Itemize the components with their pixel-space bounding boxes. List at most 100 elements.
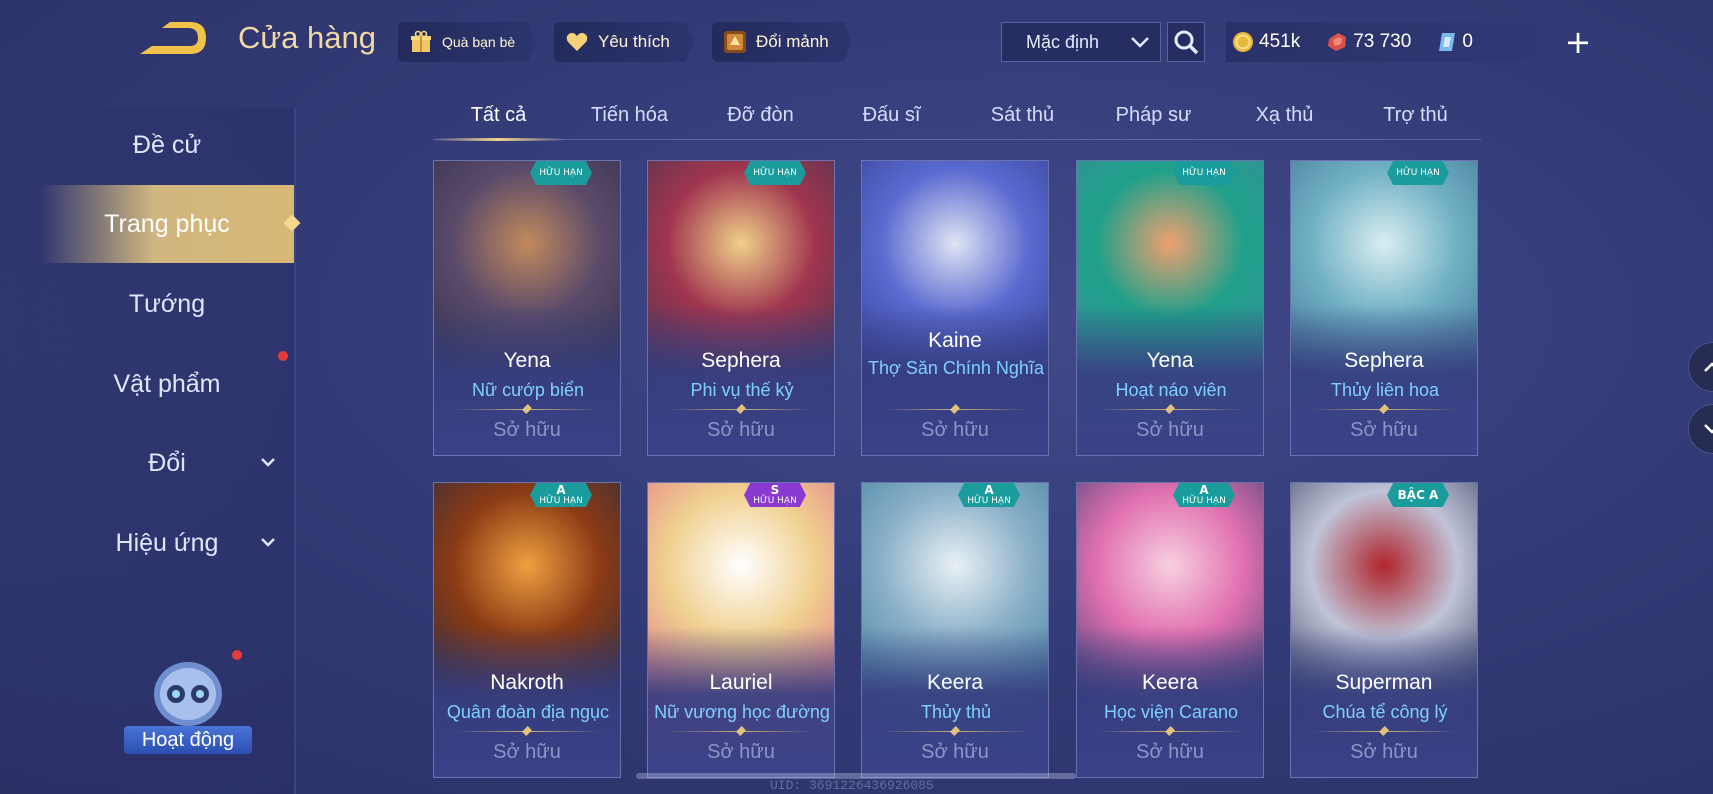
- rarity-badge: A HỮU HẠN: [958, 483, 1020, 507]
- card-divider: [668, 726, 814, 736]
- card-divider: [668, 404, 814, 414]
- search-button[interactable]: [1167, 22, 1205, 62]
- sort-selected-value: Mặc định: [1026, 31, 1100, 52]
- sidebar-item-skins[interactable]: Trang phục: [40, 185, 301, 263]
- scroll-down-button[interactable]: [1688, 404, 1713, 454]
- tab-mage[interactable]: Pháp sư: [1088, 98, 1219, 139]
- ownership-status: Sở hữu: [1136, 419, 1204, 441]
- rarity-badge: HỮU HẠN: [530, 161, 592, 185]
- card-divider: [1311, 404, 1457, 414]
- ownership-status: Sở hữu: [493, 419, 561, 441]
- badge-label: HỮU HẠN: [1396, 168, 1440, 178]
- ownership-status: Sở hữu: [707, 741, 775, 763]
- skin-card[interactable]: A HỮU HẠN Keera Học viện Carano Sở hữu: [1076, 482, 1264, 778]
- gold-amount: 451k: [1259, 31, 1301, 52]
- skin-card[interactable]: HỮU HẠN Yena Hoạt náo viên Sở hữu: [1076, 160, 1264, 456]
- skin-card[interactable]: HỮU HẠN Yena Nữ cướp biển Sở hữu: [433, 160, 621, 456]
- gem-balance: 0: [1437, 31, 1473, 53]
- category-tabs: Tất cả Tiến hóa Đỡ đòn Đấu sĩ Sát thủ Ph…: [433, 98, 1481, 141]
- gem-amount: 0: [1462, 31, 1473, 52]
- badge-label: HỮU HẠN: [539, 168, 583, 178]
- skin-name: Thủy thủ: [920, 702, 992, 722]
- hero-name: Yena: [1146, 349, 1194, 372]
- chevron-down-icon: [1704, 424, 1713, 434]
- tab-assassin[interactable]: Sát thủ: [957, 98, 1088, 139]
- scroll-up-button[interactable]: [1688, 342, 1713, 392]
- sidebar-item-effects[interactable]: Hiệu ứng: [40, 518, 294, 568]
- skin-name: Học viện Carano: [1103, 702, 1239, 722]
- sort-dropdown[interactable]: Mặc định: [1001, 22, 1161, 62]
- badge-tier: BẬC A: [1397, 487, 1439, 502]
- tab-evolution[interactable]: Tiến hóa: [564, 98, 695, 139]
- ownership-status: Sở hữu: [921, 741, 989, 763]
- badge-label: HỮU HẠN: [967, 495, 1011, 506]
- rarity-badge: HỮU HẠN: [1173, 161, 1235, 185]
- sidebar-item-label: Tướng: [128, 289, 206, 318]
- tab-support[interactable]: Trợ thủ: [1350, 98, 1481, 139]
- badge-label: HỮU HẠN: [1182, 168, 1226, 178]
- hero-name: Kaine: [928, 329, 982, 352]
- hero-name: Nakroth: [490, 671, 564, 694]
- rarity-badge: HỮU HẠN: [1387, 161, 1449, 185]
- skin-card[interactable]: HỮU HẠN Sephera Phi vụ thế kỷ Sở hữu: [647, 160, 835, 456]
- activity-robot-icon: [154, 662, 222, 726]
- fragment-exchange-button[interactable]: Đổi mảnh: [712, 22, 852, 62]
- add-currency-button[interactable]: +: [1558, 22, 1598, 62]
- gift-icon: [408, 29, 434, 55]
- hero-name: Lauriel: [709, 671, 773, 694]
- skin-card[interactable]: A HỮU HẠN Nakroth Quân đoàn địa ngục Sở hữu: [433, 482, 621, 778]
- search-icon: [1174, 30, 1199, 55]
- badge-tier: A: [556, 482, 566, 497]
- tab-fighter[interactable]: Đấu sĩ: [826, 98, 957, 139]
- active-diamond-icon: [283, 214, 301, 232]
- skin-name: Chúa tể công lý: [1322, 702, 1448, 722]
- back-arrow-icon: [140, 22, 206, 54]
- chevron-down-icon: [260, 454, 276, 472]
- tab-all[interactable]: Tất cả: [433, 98, 564, 141]
- badge-label: HỮU HẠN: [1182, 495, 1226, 506]
- ownership-status: Sở hữu: [1350, 741, 1418, 763]
- sidebar-item-label: Hiệu ứng: [115, 528, 219, 557]
- ownership-status: Sở hữu: [1350, 419, 1418, 441]
- skin-card[interactable]: HỮU HẠN Sephera Thủy liên hoa Sở hữu: [1290, 160, 1478, 456]
- friend-gift-label: Quà bạn bè: [442, 34, 516, 50]
- sidebar-item-items[interactable]: Vật phẩm: [40, 359, 294, 409]
- activity-button[interactable]: Hoạt động: [124, 650, 252, 760]
- currency-bar: 451k 73 730 0: [1226, 22, 1602, 62]
- badge-label: HỮU HẠN: [753, 168, 797, 178]
- skin-name: Nữ vương học đường: [654, 702, 830, 722]
- top-bar: Cửa hàng Quà bạn bè Yêu thích Đổi mảnh M…: [0, 0, 1713, 80]
- sidebar-item-recommended[interactable]: Đề cử: [40, 120, 294, 170]
- sidebar-item-label: Đổi: [148, 448, 186, 477]
- chevron-down-icon: [1131, 37, 1149, 48]
- sidebar-item-label: Vật phẩm: [113, 369, 221, 398]
- skin-card[interactable]: Kaine Thợ Săn Chính Nghĩa Sở hữu: [861, 160, 1049, 456]
- fragment-exchange-label: Đổi mảnh: [756, 32, 829, 51]
- fragment-icon: [722, 29, 748, 55]
- rarity-badge: S HỮU HẠN: [744, 483, 806, 507]
- skin-card[interactable]: A HỮU HẠN Keera Thủy thủ Sở hữu: [861, 482, 1049, 778]
- gem-ticket-icon: [1439, 33, 1456, 51]
- badge-tier: A: [1199, 482, 1209, 497]
- favorites-button[interactable]: Yêu thích: [554, 22, 694, 62]
- favorites-label: Yêu thích: [598, 32, 670, 51]
- voucher-balance: 73 730: [1326, 31, 1411, 53]
- gold-coin-icon: [1233, 32, 1253, 52]
- tab-tank[interactable]: Đỡ đòn: [695, 98, 826, 139]
- sidebar-item-exchange[interactable]: Đổi: [40, 438, 294, 488]
- voucher-amount: 73 730: [1353, 31, 1412, 52]
- back-button[interactable]: [136, 18, 210, 62]
- skin-card[interactable]: S HỮU HẠN Lauriel Nữ vương học đường Sở hữu: [647, 482, 835, 778]
- ownership-status: Sở hữu: [921, 419, 989, 441]
- card-divider: [882, 404, 1028, 414]
- hero-name: Yena: [503, 349, 551, 372]
- hero-name: Keera: [1141, 671, 1199, 694]
- skin-name: Thủy liên hoa: [1330, 380, 1440, 400]
- card-divider: [454, 404, 600, 414]
- badge-tier: S: [770, 482, 780, 497]
- friend-gift-button[interactable]: Quà bạn bè: [398, 22, 536, 62]
- tab-marksman[interactable]: Xạ thủ: [1219, 98, 1350, 139]
- hero-name: Sephera: [701, 349, 781, 372]
- skin-card[interactable]: BẬC A Superman Chúa tể công lý Sở hữu: [1290, 482, 1478, 778]
- sidebar-item-heroes[interactable]: Tướng: [40, 279, 294, 329]
